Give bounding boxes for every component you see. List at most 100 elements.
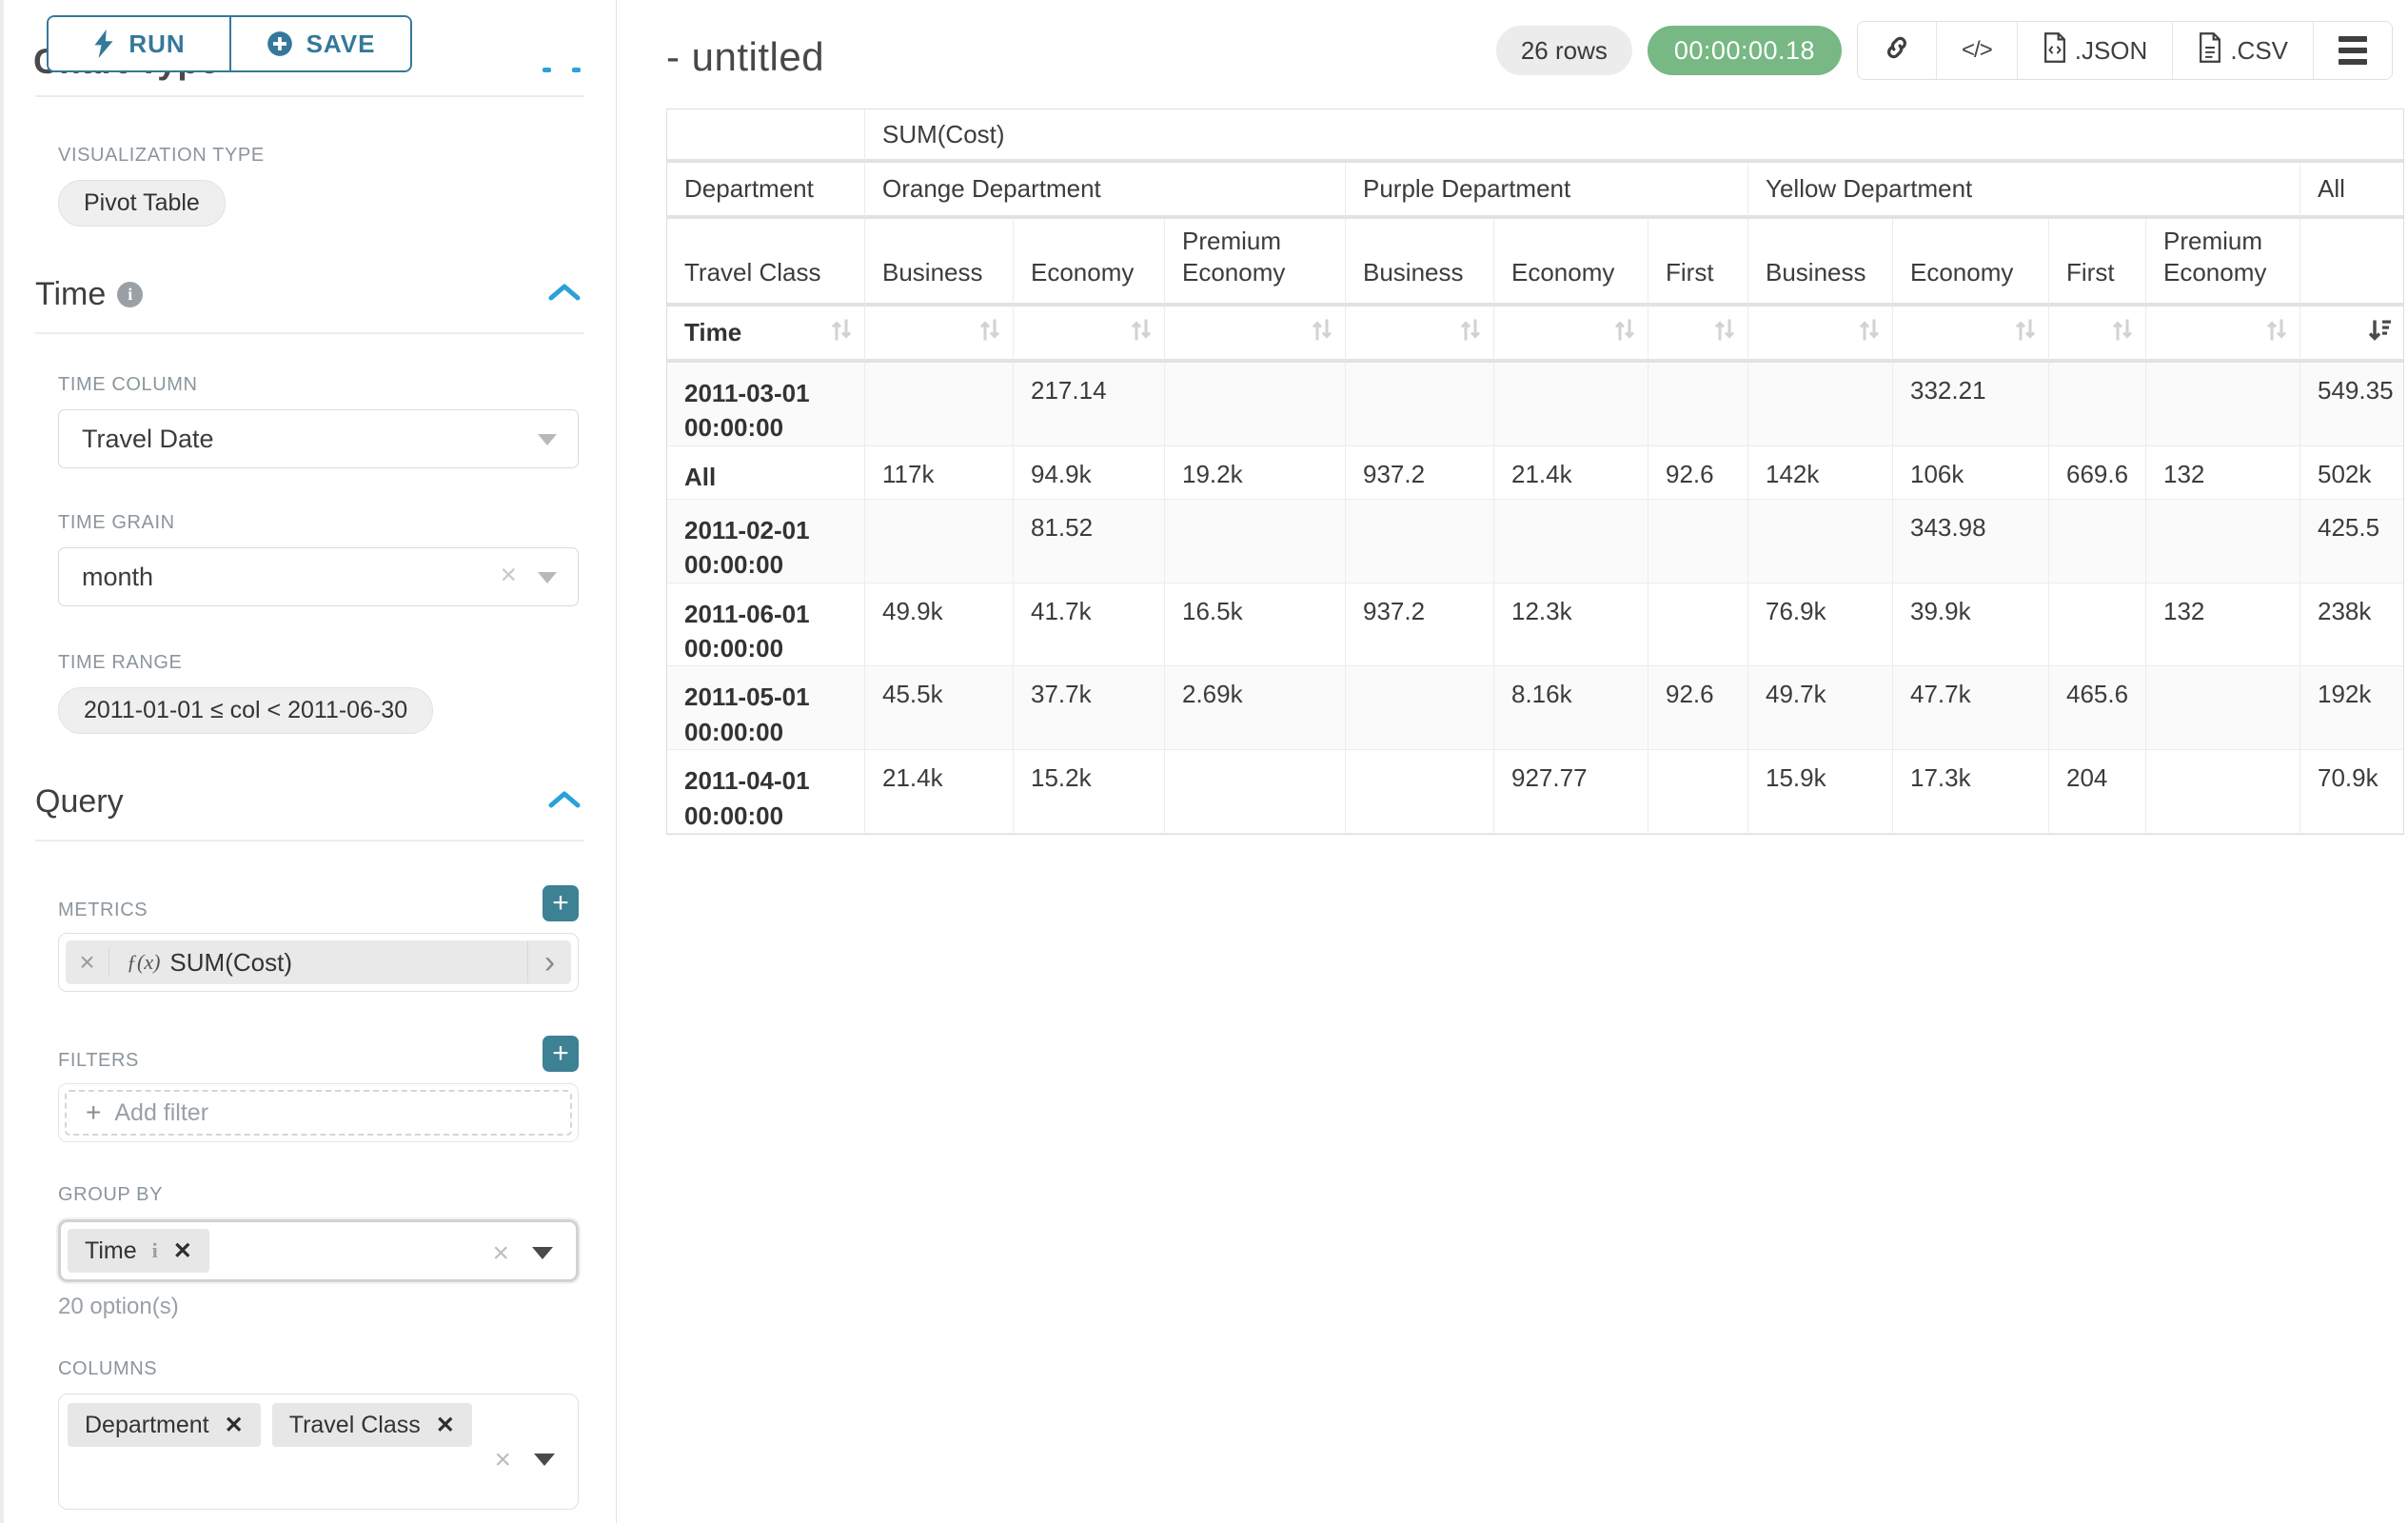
column-sort-cell[interactable] <box>1165 307 1346 363</box>
column-sort-cell[interactable] <box>1748 307 1893 363</box>
table-row: 2011-05-0100:00:0045.5k37.7k2.69k8.16k92… <box>667 666 2403 750</box>
sort-icon[interactable] <box>1130 317 1153 348</box>
view-query-button[interactable]: </> <box>1937 22 2018 79</box>
sort-icon[interactable] <box>2265 317 2288 348</box>
sort-icon[interactable] <box>1459 317 1482 348</box>
column-sort-cell[interactable] <box>1346 307 1494 363</box>
chevron-up-icon[interactable] <box>548 790 581 814</box>
sidebar-scroll-area: VISUALIZATION TYPE Pivot Table Time i TI… <box>4 95 616 1523</box>
columns-tag[interactable]: Department✕ <box>68 1403 261 1447</box>
time-axis-sort-cell[interactable]: Time <box>667 307 865 363</box>
code-icon: </> <box>1962 37 1992 64</box>
export-json-button[interactable]: .JSON <box>2018 22 2174 79</box>
value-cell <box>1748 363 1893 446</box>
group-by-tag[interactable]: Timei✕ <box>68 1229 209 1273</box>
time-range-pill[interactable]: 2011-01-01 ≤ col < 2011-06-30 <box>58 687 433 734</box>
column-sort-cell[interactable] <box>2146 307 2300 363</box>
time-range-label: TIME RANGE <box>58 652 579 674</box>
sort-icon[interactable] <box>830 317 853 348</box>
time-row-header: 2011-06-0100:00:00 <box>667 583 865 667</box>
chevron-right-icon[interactable]: › <box>527 941 571 983</box>
column-sort-cell[interactable] <box>1494 307 1648 363</box>
share-link-button[interactable] <box>1858 22 1937 79</box>
export-toolbar: </> .JSON <box>1857 21 2393 80</box>
column-sort-cell[interactable] <box>2049 307 2146 363</box>
value-cell: 47.7k <box>1893 666 2049 750</box>
chevron-up-icon[interactable] <box>548 283 581 307</box>
sort-icon[interactable] <box>1311 317 1333 348</box>
value-cell: 49.7k <box>1748 666 1893 750</box>
sort-icon[interactable] <box>1613 317 1636 348</box>
column-sort-cell[interactable] <box>1893 307 2049 363</box>
row-group-label-cell: Department <box>667 163 865 219</box>
time-column-select[interactable]: Travel Date <box>58 409 579 468</box>
table-row: 2011-06-0100:00:0049.9k41.7k16.5k937.212… <box>667 583 2403 667</box>
dropdown-caret-icon[interactable] <box>532 1247 553 1259</box>
time-row-header: 2011-02-0100:00:00 <box>667 500 865 583</box>
remove-tag-icon[interactable]: ✕ <box>225 1412 244 1439</box>
value-cell: 425.5 <box>2300 500 2403 583</box>
value-cell: 927.77 <box>1494 750 1648 834</box>
add-filter-button[interactable]: + <box>543 1036 579 1072</box>
sort-icon[interactable] <box>1713 317 1736 348</box>
run-button[interactable]: RUN <box>49 17 229 70</box>
remove-metric-icon[interactable]: × <box>66 947 109 978</box>
section-caret-dots <box>543 68 581 72</box>
value-cell <box>1648 500 1748 583</box>
sort-icon[interactable] <box>978 317 1001 348</box>
value-cell: 2.69k <box>1165 666 1346 750</box>
value-cell <box>1346 363 1494 446</box>
clear-icon[interactable]: × <box>500 560 517 592</box>
add-metric-button[interactable]: + <box>543 885 579 921</box>
value-cell: 92.6 <box>1648 446 1748 500</box>
sort-descending-active-icon[interactable] <box>2367 317 2392 348</box>
section-divider <box>35 840 584 841</box>
remove-tag-icon[interactable]: ✕ <box>173 1237 192 1265</box>
group-by-select[interactable]: Timei✕ × <box>58 1219 579 1282</box>
columns-select[interactable]: Department✕Travel Class✕ × <box>58 1394 579 1510</box>
plus-icon: + <box>86 1098 101 1128</box>
time-grain-select[interactable]: month × <box>58 547 579 606</box>
value-cell: 8.16k <box>1494 666 1648 750</box>
clear-icon[interactable]: × <box>492 1237 509 1270</box>
col-group-label-cell: Travel Class <box>667 219 865 307</box>
sort-icon[interactable] <box>1858 317 1881 348</box>
sort-icon[interactable] <box>2111 317 2134 348</box>
remove-tag-icon[interactable]: ✕ <box>436 1412 455 1439</box>
menu-button[interactable] <box>2314 22 2392 79</box>
column-sort-cell[interactable] <box>2300 307 2403 363</box>
table-row: 2011-03-0100:00:00217.14332.21549.35 <box>667 363 2403 446</box>
metric-header-cell: SUM(Cost) <box>865 109 2403 163</box>
value-cell <box>2146 500 2300 583</box>
chevron-down-icon <box>538 434 557 445</box>
column-sort-cell[interactable] <box>865 307 1014 363</box>
metric-pill[interactable]: × ƒ(x) SUM(Cost) › <box>66 940 571 984</box>
value-cell: 70.9k <box>2300 750 2403 834</box>
save-button[interactable]: SAVE <box>229 17 410 70</box>
value-cell: 106k <box>1893 446 2049 500</box>
clear-icon[interactable]: × <box>494 1444 511 1476</box>
dropdown-caret-icon[interactable] <box>534 1454 555 1466</box>
add-filter-label: Add filter <box>114 1099 208 1127</box>
bolt-icon <box>92 30 115 58</box>
value-cell <box>2049 500 2146 583</box>
row-count-badge: 26 rows <box>1496 26 1632 75</box>
value-cell <box>1494 500 1648 583</box>
value-cell: 132 <box>2146 446 2300 500</box>
columns-tag[interactable]: Travel Class✕ <box>272 1403 472 1447</box>
export-csv-button[interactable]: .CSV <box>2173 22 2314 79</box>
value-cell: 332.21 <box>1893 363 2049 446</box>
pivot-table: SUM(Cost)DepartmentOrange DepartmentPurp… <box>666 109 2404 835</box>
chart-title[interactable]: - untitled <box>666 34 824 80</box>
column-sort-cell[interactable] <box>1648 307 1748 363</box>
time-axis-label: Time <box>684 318 741 346</box>
sort-icon[interactable] <box>2014 317 2037 348</box>
value-cell: 94.9k <box>1014 446 1165 500</box>
viz-type-pill[interactable]: Pivot Table <box>58 180 226 227</box>
value-cell: 15.2k <box>1014 750 1165 834</box>
add-filter-dropzone[interactable]: + Add filter <box>65 1090 572 1136</box>
value-cell <box>865 500 1014 583</box>
value-cell <box>1346 500 1494 583</box>
column-sort-cell[interactable] <box>1014 307 1165 363</box>
value-cell: 217.14 <box>1014 363 1165 446</box>
